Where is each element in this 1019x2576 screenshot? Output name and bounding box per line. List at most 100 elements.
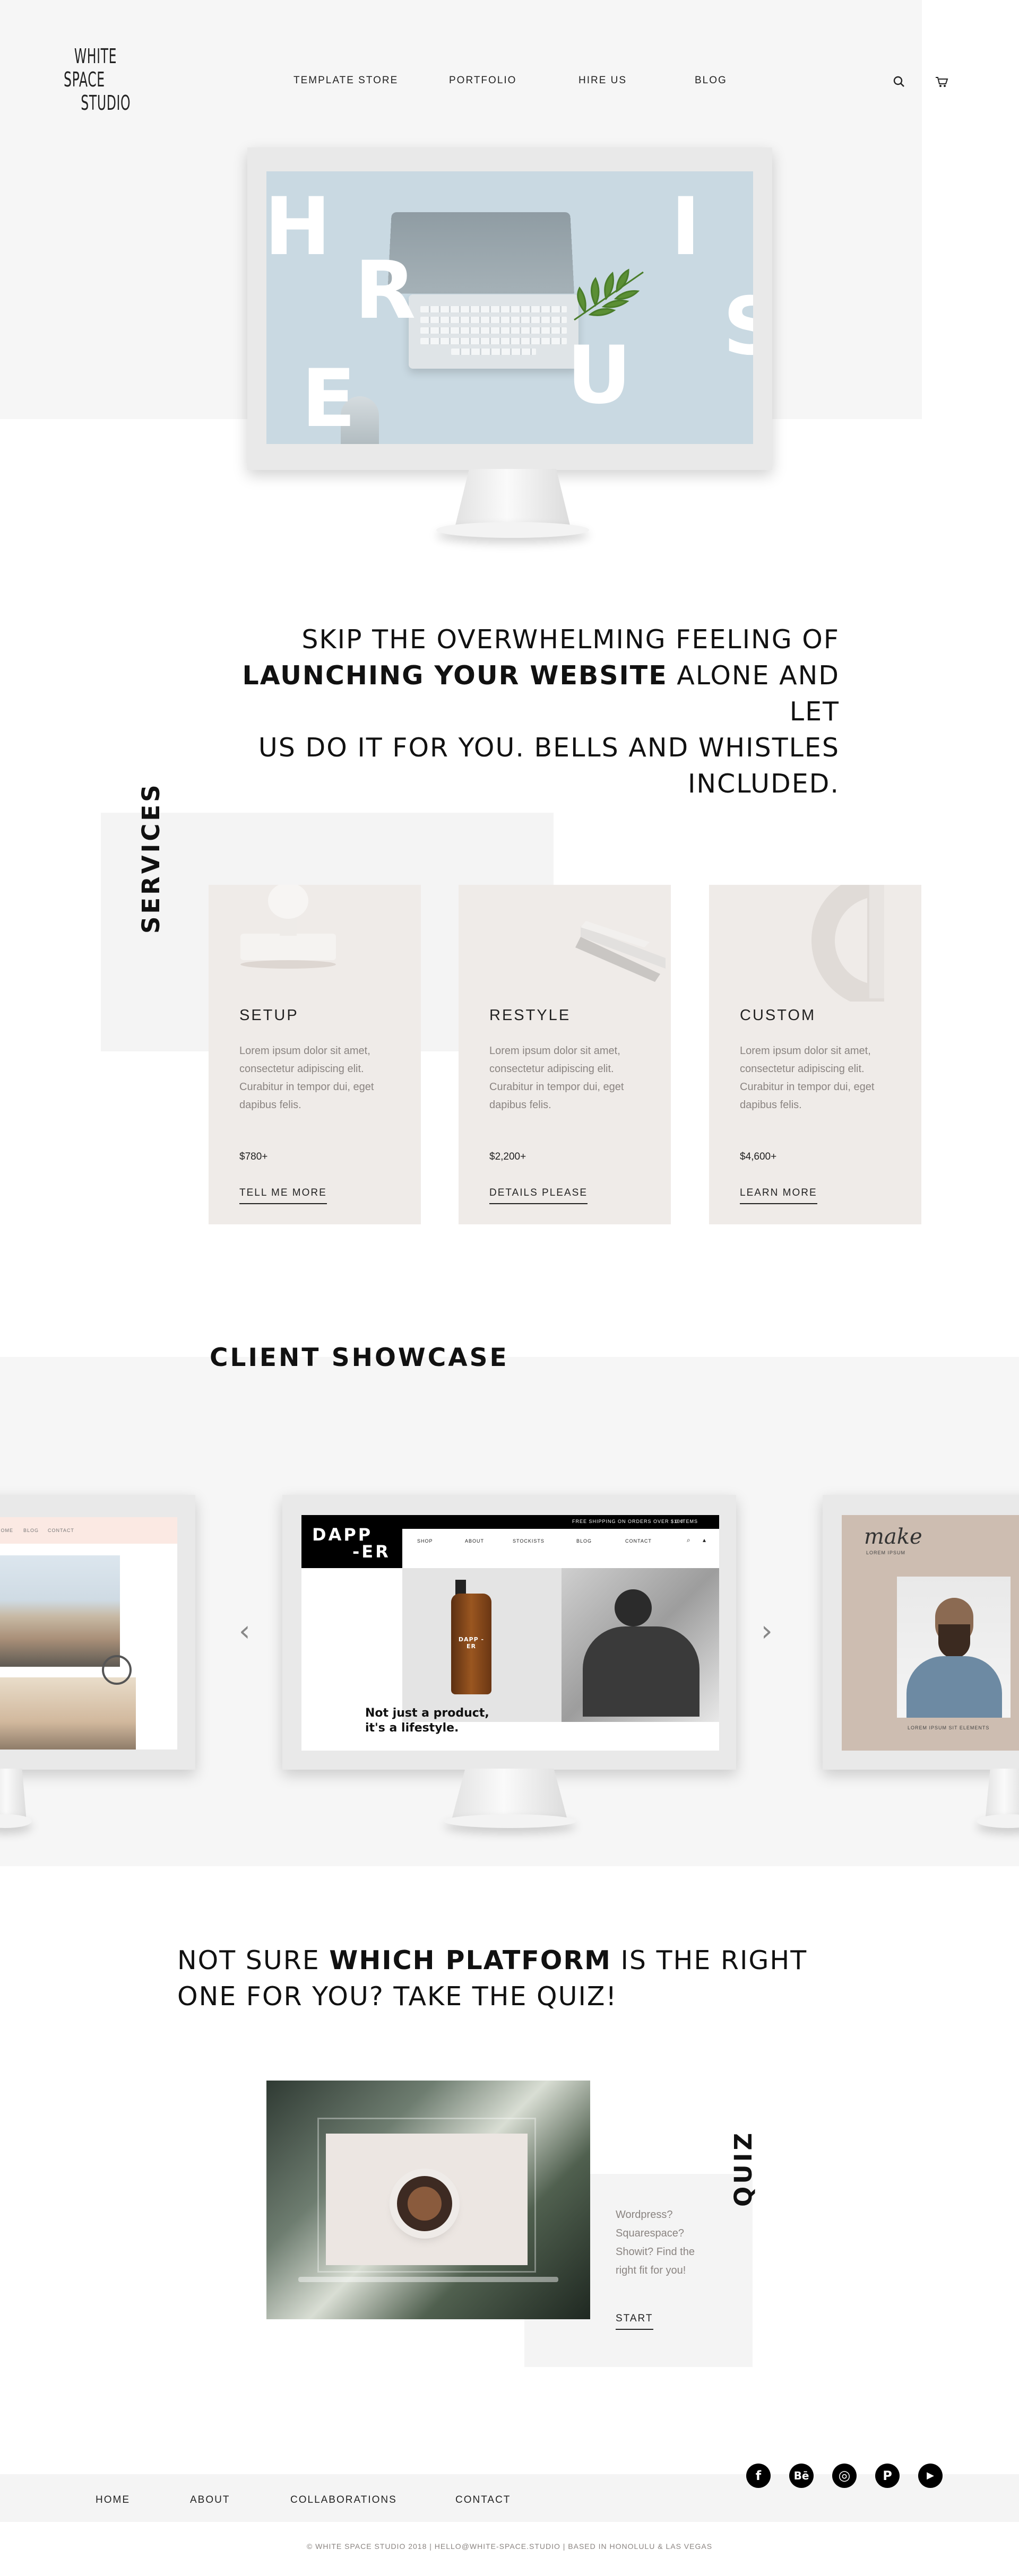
dapper-caption: Not just a product, it's a lifestyle. bbox=[365, 1706, 489, 1736]
left-site-photo-city bbox=[0, 1555, 120, 1667]
left-site-circle-icon bbox=[102, 1655, 132, 1685]
youtube-icon[interactable]: ▶ bbox=[918, 2464, 943, 2488]
learn-more-link[interactable]: LEARN MORE bbox=[740, 1187, 817, 1204]
quiz-heading-bold: WHICH PLATFORM bbox=[329, 1945, 611, 1975]
laptop-screen bbox=[326, 2134, 528, 2265]
quiz-heading-line-2: ONE FOR YOU? TAKE THE QUIZ! bbox=[177, 1981, 618, 2012]
left-nav-home: HOME bbox=[0, 1528, 13, 1533]
hero-letter-e: E bbox=[301, 353, 356, 444]
dapper-caption-line-2: it's a lifestyle. bbox=[365, 1721, 459, 1735]
dapper-nav-contact[interactable]: CONTACT bbox=[625, 1538, 652, 1544]
footer-home-link[interactable]: HOME bbox=[96, 2494, 130, 2506]
tagline-bold: LAUNCHING YOUR WEBSITE bbox=[242, 660, 668, 691]
service-title: RESTYLE bbox=[489, 1007, 571, 1024]
service-description: Lorem ipsum dolor sit amet, consectetur … bbox=[740, 1045, 875, 1111]
left-monitor-stand bbox=[0, 1769, 27, 1822]
footer-contact-link[interactable]: CONTACT bbox=[455, 2494, 511, 2506]
dapper-search-icon[interactable]: ⌕ bbox=[687, 1536, 690, 1544]
stamp-graphic bbox=[240, 885, 336, 969]
dapper-nav-shop[interactable]: SHOP bbox=[417, 1538, 433, 1544]
tagline-line-4: INCLUDED. bbox=[687, 769, 840, 799]
client-showcase-title: CLIENT SHOWCASE bbox=[210, 1343, 509, 1372]
bottle-label: DAPP -ER bbox=[458, 1636, 485, 1650]
behance-icon[interactable]: Bē bbox=[789, 2464, 814, 2488]
left-site-photo-coast bbox=[0, 1677, 136, 1750]
service-price: $4,600+ bbox=[740, 1151, 777, 1162]
hero-letter-u: U bbox=[567, 329, 632, 422]
center-monitor-stand bbox=[451, 1769, 568, 1822]
left-nav-contact: CONTACT bbox=[48, 1528, 74, 1533]
search-icon[interactable] bbox=[892, 74, 906, 89]
quiz-start-button[interactable]: START bbox=[616, 2313, 653, 2330]
dapper-promo-bar: FREE SHIPPING ON ORDERS OVER $100 0 ITEM… bbox=[402, 1515, 719, 1529]
service-description: Lorem ipsum dolor sit amet, consectetur … bbox=[489, 1045, 624, 1111]
tagline-line-1: SKIP THE OVERWHELMING FEELING OF bbox=[301, 624, 840, 655]
right-site-script-logo: make bbox=[864, 1525, 922, 1549]
showcase-prev-arrow[interactable]: ‹ bbox=[239, 1617, 251, 1646]
protractor-graphic bbox=[811, 885, 884, 1002]
showcase-dapper-site: DAPP -ER FREE SHIPPING ON ORDERS OVER $1… bbox=[301, 1515, 719, 1751]
site-logo[interactable]: White Space Studio bbox=[64, 45, 131, 115]
cart-icon[interactable] bbox=[934, 74, 949, 89]
showcase-next-arrow[interactable]: › bbox=[761, 1617, 773, 1646]
facebook-icon[interactable]: f bbox=[746, 2464, 771, 2488]
hero-letter-i: I bbox=[671, 181, 701, 273]
pinterest-icon[interactable]: P bbox=[875, 2464, 900, 2488]
logo-line-3: Studio bbox=[81, 91, 131, 115]
hero-monitor-stand bbox=[455, 469, 570, 525]
footer-collaborations-link[interactable]: COLLABORATIONS bbox=[290, 2494, 397, 2506]
tagline-line-2-rest: ALONE AND LET bbox=[667, 660, 840, 727]
logo-line-1: White bbox=[74, 45, 117, 68]
nav-blog[interactable]: BLOG bbox=[695, 75, 727, 86]
service-card-restyle: RESTYLE Lorem ipsum dolor sit amet, cons… bbox=[459, 885, 671, 1224]
laptop-keyboard-graphic bbox=[409, 294, 578, 369]
hero-monitor-base bbox=[436, 522, 589, 538]
amber-bottle: DAPP -ER bbox=[451, 1594, 491, 1694]
quiz-heading-line-1: NOT SURE WHICH PLATFORM IS THE RIGHT bbox=[177, 1943, 814, 1979]
center-monitor-base bbox=[444, 1814, 576, 1828]
service-title: CUSTOM bbox=[740, 1007, 816, 1024]
dapper-nav-blog[interactable]: BLOG bbox=[576, 1538, 592, 1544]
dapper-caption-line-1: Not just a product, bbox=[365, 1707, 489, 1720]
dapper-logo[interactable]: DAPP -ER bbox=[301, 1515, 402, 1568]
quiz-heading-part-1: NOT SURE bbox=[177, 1945, 330, 1975]
service-description: Lorem ipsum dolor sit amet, consectetur … bbox=[239, 1045, 374, 1111]
staple-remover-graphic bbox=[575, 921, 666, 982]
right-site-photo-frame bbox=[897, 1577, 1011, 1718]
tagline: SKIP THE OVERWHELMING FEELING OF LAUNCHI… bbox=[196, 622, 840, 802]
services-title: SERVICES bbox=[137, 782, 165, 934]
dapper-model-photo bbox=[562, 1568, 719, 1722]
nav-hire-us[interactable]: HIRE US bbox=[578, 75, 627, 86]
dapper-product-panel: DAPP -ER bbox=[402, 1568, 562, 1722]
right-monitor-stand bbox=[985, 1769, 1019, 1822]
tagline-line-3: US DO IT FOR YOU. BELLS AND WHISTLES bbox=[258, 733, 840, 763]
nav-portfolio[interactable]: PORTFOLIO bbox=[449, 75, 516, 86]
laptop-base bbox=[298, 2277, 558, 2282]
dapper-nav-about[interactable]: ABOUT bbox=[465, 1538, 484, 1544]
dapper-cart-count[interactable]: 0 ITEMS bbox=[676, 1519, 698, 1524]
tagline-line-2: LAUNCHING YOUR WEBSITE ALONE AND LET bbox=[196, 658, 840, 730]
dapper-cart-icon[interactable]: ▴ bbox=[703, 1536, 706, 1544]
details-please-link[interactable]: DETAILS PLEASE bbox=[489, 1187, 588, 1204]
tell-me-more-link[interactable]: TELL ME MORE bbox=[239, 1187, 327, 1204]
portrait-beard bbox=[938, 1624, 970, 1658]
quiz-description: Wordpress? Squarespace? Showit? Find the… bbox=[616, 2209, 695, 2276]
model-head bbox=[615, 1589, 652, 1626]
showcase-left-site: HOME BLOG CONTACT bbox=[0, 1517, 177, 1750]
logo-line-2: Space bbox=[64, 68, 105, 91]
quiz-heading-part-2: IS THE RIGHT bbox=[611, 1945, 808, 1975]
right-site-subtitle: LOREM IPSUM bbox=[866, 1550, 906, 1555]
quiz-heading: NOT SURE WHICH PLATFORM IS THE RIGHT ONE… bbox=[177, 1943, 814, 2015]
quiz-photo bbox=[266, 2081, 590, 2319]
service-price: $2,200+ bbox=[489, 1151, 526, 1162]
instagram-icon[interactable]: ◎ bbox=[832, 2464, 857, 2488]
palm-leaf-graphic bbox=[574, 268, 644, 321]
right-site-caption: LOREM IPSUM SIT ELEMENTS bbox=[908, 1725, 990, 1730]
footer-about-link[interactable]: ABOUT bbox=[190, 2494, 230, 2506]
coffee-foam bbox=[408, 2187, 442, 2221]
portrait-jacket bbox=[906, 1656, 1002, 1718]
nav-template-store[interactable]: TEMPLATE STORE bbox=[293, 75, 398, 86]
hero-letter-s: S bbox=[723, 281, 753, 373]
hero-letter-h: H bbox=[266, 181, 331, 273]
dapper-nav-stockists[interactable]: STOCKISTS bbox=[513, 1538, 545, 1544]
